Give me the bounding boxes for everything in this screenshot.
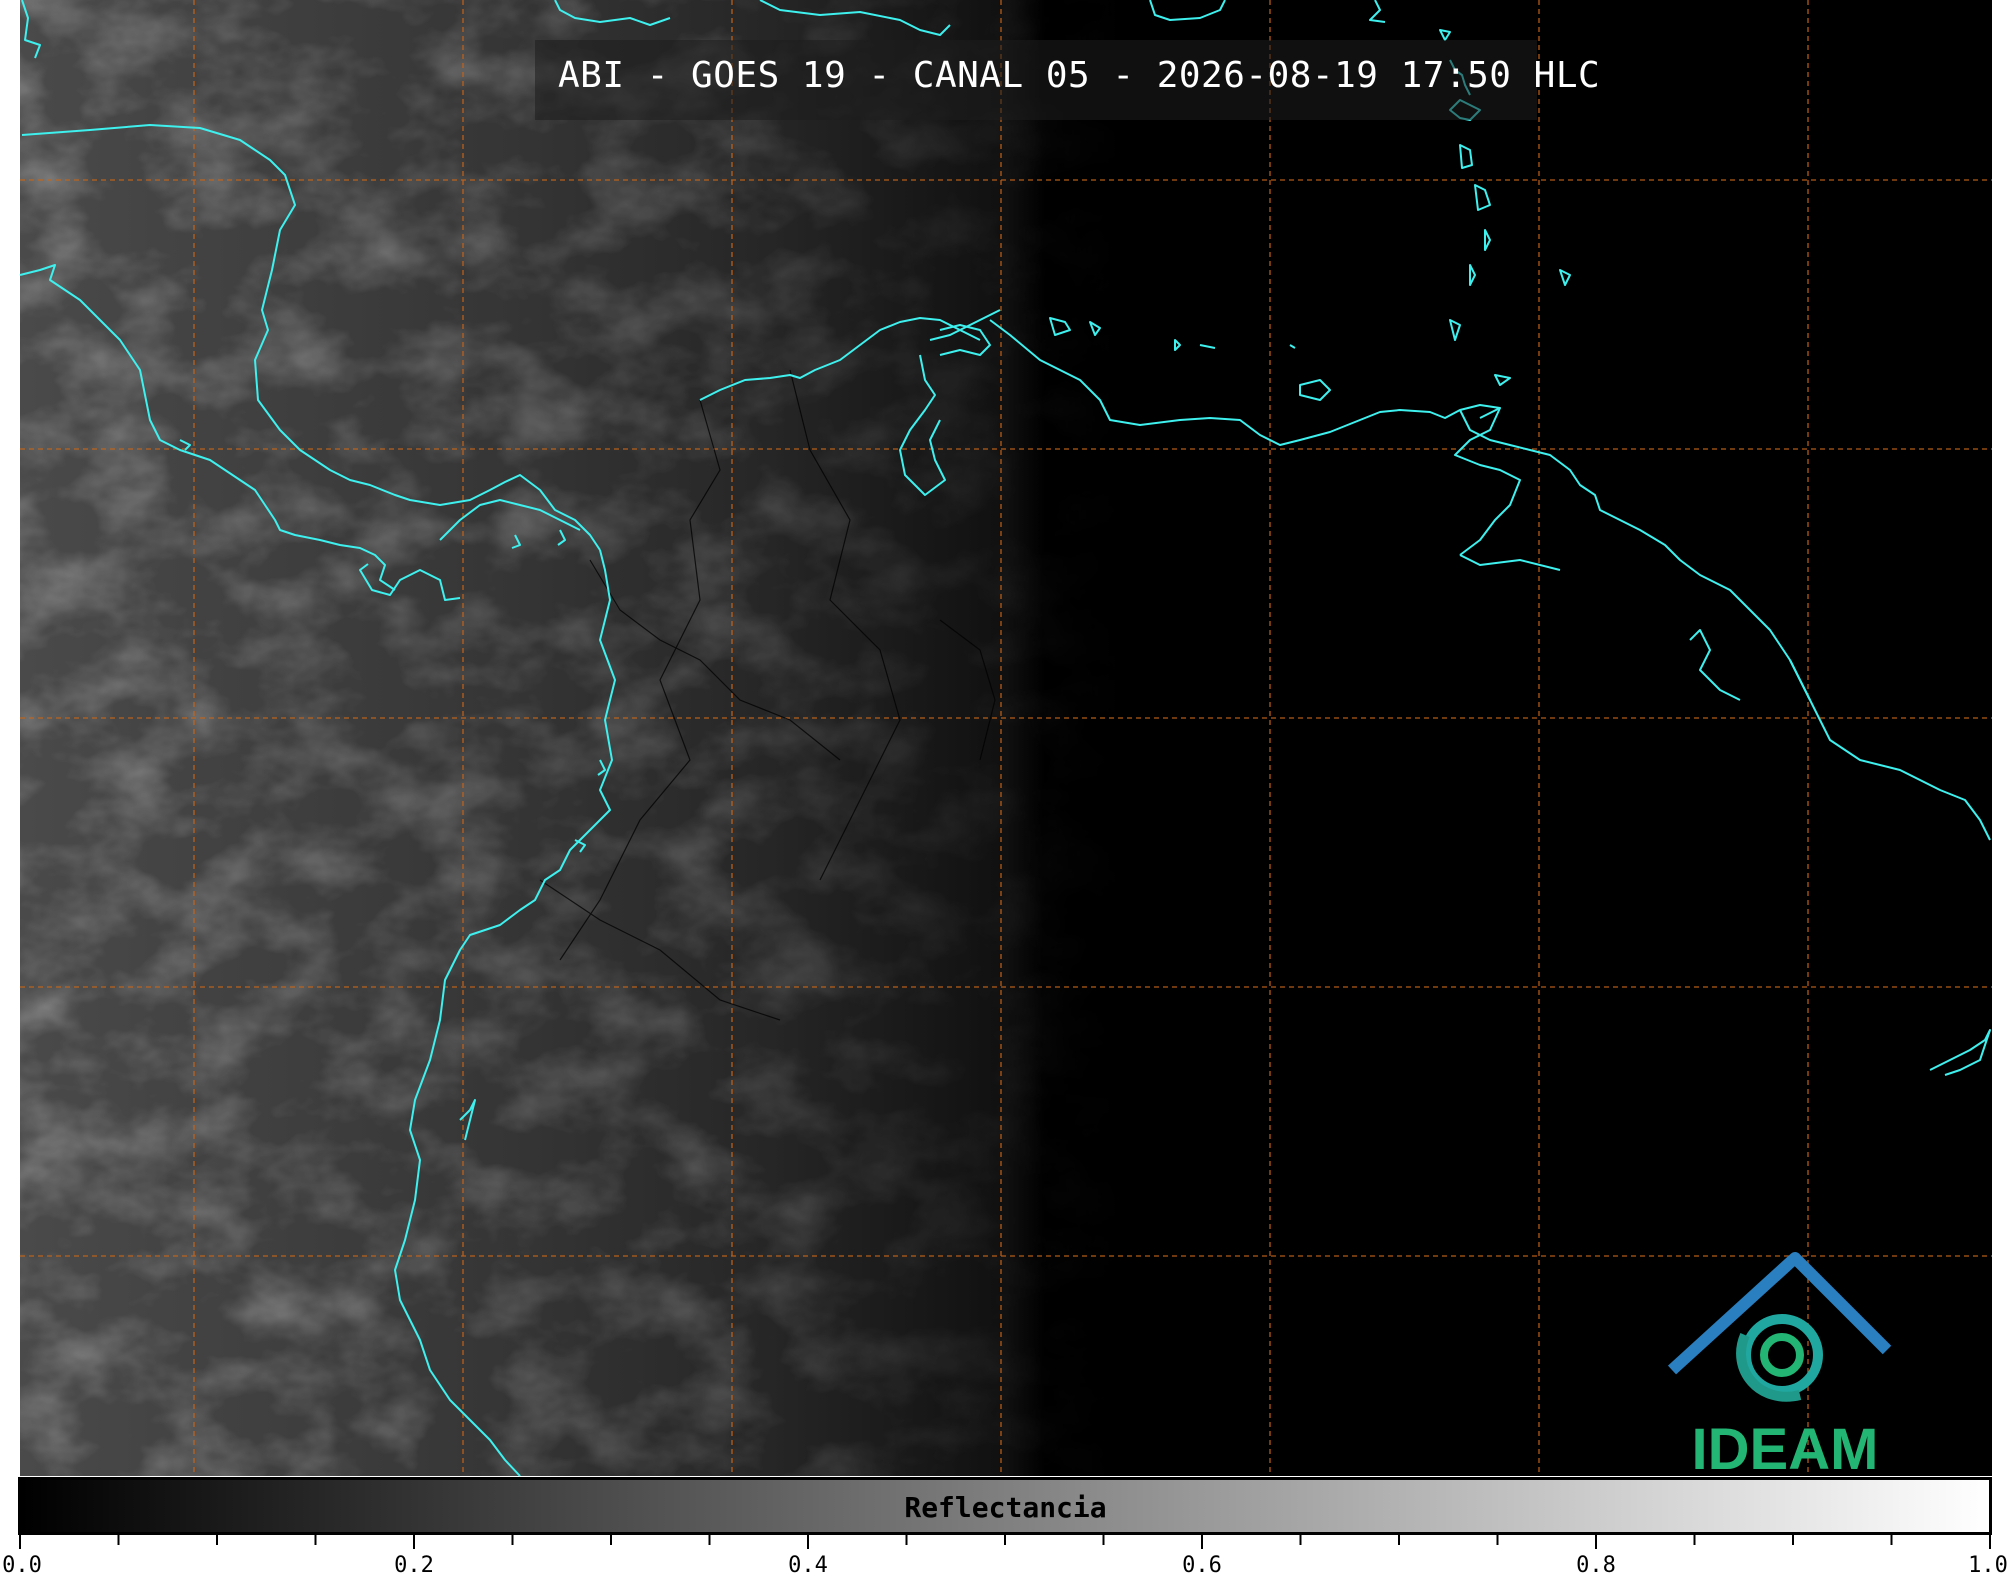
colorbar-tick-label: 0.6 bbox=[1182, 1553, 1222, 1578]
colorbar-tick-label: 0.8 bbox=[1576, 1553, 1616, 1578]
colorbar-ticks bbox=[19, 1535, 1991, 1549]
colorbar-tick-label: 0.4 bbox=[788, 1553, 828, 1578]
ideam-logo-text: IDEAM bbox=[1691, 1417, 1879, 1482]
colorbar-tick-label: 0.2 bbox=[394, 1553, 434, 1578]
colorbar-label: Reflectancia bbox=[904, 1491, 1107, 1524]
colorbar-tick-label: 1.0 bbox=[1968, 1553, 2008, 1578]
colorbar-tick-label: 0.0 bbox=[2, 1553, 42, 1578]
